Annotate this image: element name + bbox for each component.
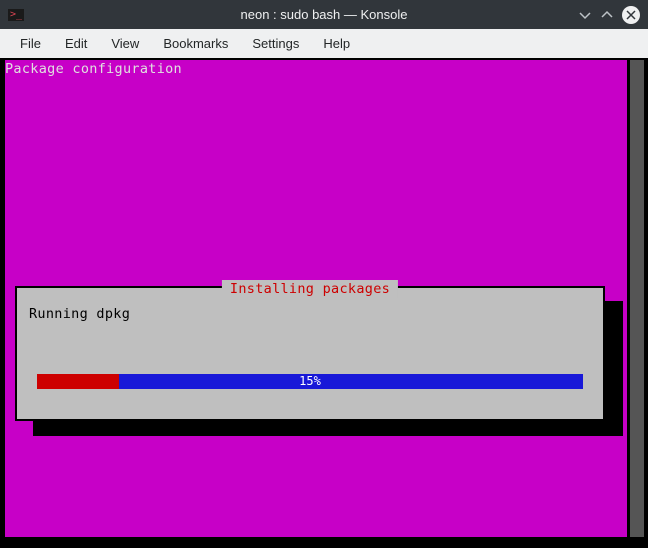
window-title: neon : sudo bash — Konsole — [241, 7, 408, 22]
menu-file[interactable]: File — [8, 32, 53, 55]
close-icon[interactable] — [622, 6, 640, 24]
terminal-viewport[interactable]: Package configuration Installing package… — [0, 58, 648, 548]
menu-view[interactable]: View — [99, 32, 151, 55]
menubar: File Edit View Bookmarks Settings Help — [0, 29, 648, 58]
menu-edit[interactable]: Edit — [53, 32, 99, 55]
progress-bar: 15% — [37, 374, 583, 389]
menu-settings[interactable]: Settings — [240, 32, 311, 55]
dialog-title: Installing packages — [230, 281, 390, 297]
scrollbar-thumb[interactable] — [630, 60, 644, 537]
dialog-message: Running dpkg — [29, 306, 130, 322]
dialog-title-wrap: Installing packages — [222, 280, 398, 298]
window-controls — [578, 6, 640, 24]
menu-bookmarks[interactable]: Bookmarks — [151, 32, 240, 55]
maximize-icon[interactable] — [600, 8, 614, 22]
progress-label: 15% — [37, 374, 583, 389]
menu-help[interactable]: Help — [311, 32, 362, 55]
config-header: Package configuration — [5, 61, 182, 77]
konsole-app-icon: >_ — [8, 9, 24, 21]
installing-packages-dialog: Installing packages Running dpkg 15% — [15, 286, 605, 421]
minimize-icon[interactable] — [578, 8, 592, 22]
window-titlebar: >_ neon : sudo bash — Konsole — [0, 0, 648, 29]
